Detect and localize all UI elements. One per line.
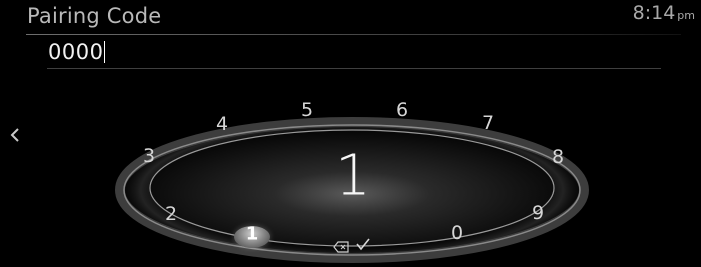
checkmark-icon [356,238,370,251]
dial-digit[interactable]: 3 [143,145,155,167]
dial-digit[interactable]: 2 [165,203,177,225]
backspace-button[interactable] [333,238,349,257]
current-digit-display: 1 [335,143,371,209]
selected-digit: 1 [245,223,259,245]
dial-digit[interactable]: 0 [451,222,463,244]
dial-digit[interactable]: 7 [482,112,494,134]
dial-digit[interactable]: 5 [301,99,313,121]
dial-digit[interactable]: 4 [216,113,228,135]
dial-digit[interactable]: 8 [552,146,564,168]
confirm-button[interactable] [355,236,371,255]
dial-ring [112,116,592,264]
dial-digit[interactable]: 9 [532,202,544,224]
backspace-icon [333,241,349,253]
dial-digit[interactable]: 6 [396,99,408,121]
